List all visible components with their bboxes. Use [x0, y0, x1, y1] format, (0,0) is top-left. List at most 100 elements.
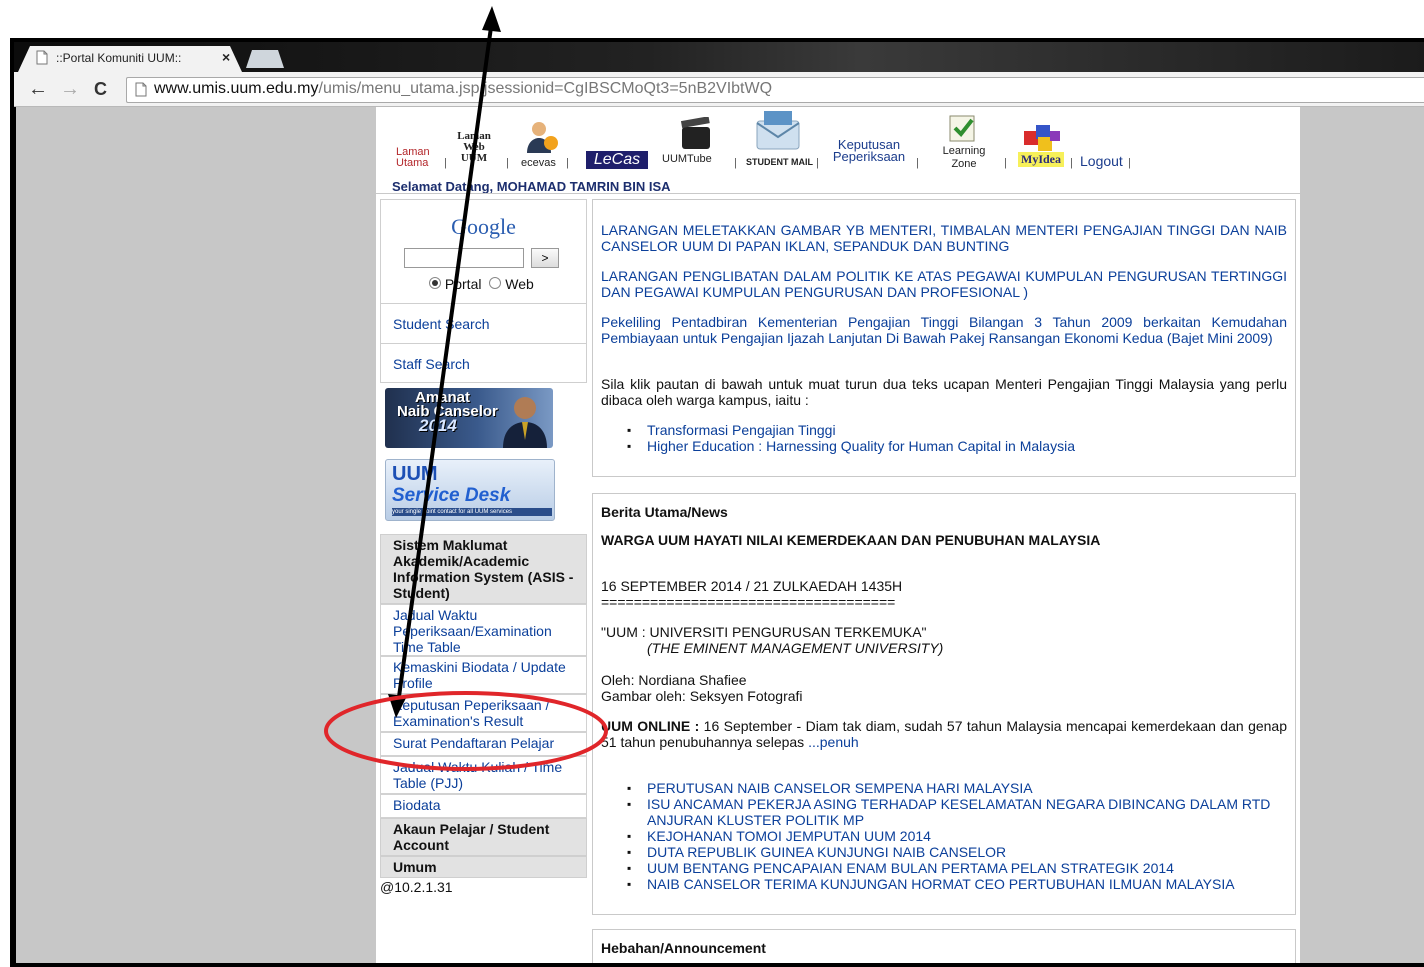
google-logo: Google: [381, 214, 586, 240]
keputusan-line2: Peperiksaan: [832, 149, 906, 164]
speech-links-list: Transformasi Pengajian Tinggi Higher Edu…: [601, 422, 1287, 454]
notice-text-4: Sila klik pautan di bawah untuk muat tur…: [601, 376, 1287, 408]
menu-laman-web-uum[interactable]: Laman Web UUM: [452, 131, 496, 164]
list-item[interactable]: UUM BENTANG PENCAPAIAN ENAM BULAN PERTAM…: [601, 860, 1287, 876]
amanat-line3: 2014: [419, 416, 457, 435]
close-icon[interactable]: ×: [222, 49, 230, 65]
search-scope-radios: Portal Web: [429, 276, 534, 292]
menu-keputusan-peperiksaan[interactable]: Keputusan Peperiksaan: [828, 138, 910, 164]
news-heading: Berita Utama/News: [601, 504, 728, 520]
radio-web[interactable]: [489, 277, 502, 289]
staff-search-box: Staff Search: [380, 343, 587, 383]
radio-portal[interactable]: [429, 277, 441, 289]
google-search-input[interactable]: [404, 248, 524, 268]
laman-utama-line2: Utama: [396, 157, 429, 169]
menu-lecas[interactable]: LeCas: [586, 151, 648, 169]
menu-uumtube[interactable]: UUMTube: [662, 153, 712, 165]
service-desk-banner[interactable]: UUM Service Desk your single point conta…: [385, 459, 555, 521]
news-headline: WARGA UUM HAYATI NILAI KEMERDEKAAN DAN P…: [601, 532, 1101, 548]
notice-link-2[interactable]: LARANGAN PENGLIBATAN DALAM POLITIK KE AT…: [601, 268, 1287, 300]
portrait-icon: [503, 397, 547, 448]
list-item[interactable]: NAIB CANSELOR TERIMA KUNJUNGAN HORMAT CE…: [601, 876, 1287, 892]
learning-line2: Zone: [951, 158, 977, 170]
news-rule: ====================================: [601, 594, 896, 610]
announcement-heading: Hebahan/Announcement: [601, 940, 766, 956]
page-icon: [135, 82, 147, 97]
ip-address-text: @10.2.1.31: [380, 879, 453, 895]
portal-page: Laman Utama | Laman Web UUM | ecevas | L…: [376, 107, 1300, 963]
radio-portal-label: Portal: [444, 276, 482, 292]
mail-envelope-icon: [756, 111, 800, 150]
tab-title: ::Portal Komuniti UUM::: [56, 51, 182, 65]
student-search-box: Student Search: [380, 303, 587, 345]
news-box: Berita Utama/News WARGA UUM HAYATI NILAI…: [592, 493, 1296, 915]
sidebar-item-class-timetable[interactable]: Jadual Waktu Kuliah / Time Table (PJJ): [380, 756, 587, 794]
menu-ecevas[interactable]: ecevas: [521, 157, 556, 169]
checkmark-clipboard-icon: [949, 115, 975, 142]
learning-line1: Learning: [942, 145, 986, 157]
news-quote-en: (THE EMINENT MANAGEMENT UNIVERSITY): [647, 640, 944, 656]
sidebar-item-surat-pendaftaran[interactable]: Surat Pendaftaran Pelajar: [380, 732, 587, 756]
amanat-banner[interactable]: Amanat Naib Canselor 2014: [385, 388, 553, 448]
service-desk-line2: Service Desk: [392, 485, 511, 506]
user-person-icon: [527, 122, 558, 153]
menu-separator: |: [444, 157, 447, 169]
menu-student-mail[interactable]: STUDENT MAIL: [746, 157, 813, 167]
amanat-banner-text: Amanat Naib Canselor 2014: [397, 390, 498, 435]
sidebar-item-biodata[interactable]: Biodata: [380, 794, 587, 818]
list-item[interactable]: PERUTUSAN NAIB CANSELOR SEMPENA HARI MAL…: [601, 780, 1287, 796]
announcement-box: Hebahan/Announcement: [592, 929, 1296, 963]
news-quote: "UUM : UNIVERSITI PENGURUSAN TERKEMUKA": [601, 624, 927, 640]
akaun-heading[interactable]: Akaun Pelajar / Student Account: [380, 818, 587, 856]
news-lead-paragraph: UUM ONLINE : 16 September - Diam tak dia…: [601, 718, 1287, 750]
menu-separator: |: [506, 157, 509, 169]
read-more-link[interactable]: ...penuh: [808, 734, 859, 750]
umum-heading[interactable]: Umum: [380, 856, 587, 878]
header-divider: [376, 193, 1300, 194]
reload-icon[interactable]: C: [94, 78, 107, 100]
laman-web-line3: UUM: [460, 152, 488, 164]
back-arrow-icon[interactable]: ←: [28, 78, 48, 100]
list-item[interactable]: Transformasi Pengajian Tinggi: [601, 422, 1287, 438]
google-logo-text: Google: [451, 214, 516, 239]
forward-arrow-icon[interactable]: →: [60, 78, 80, 100]
film-clapper-icon: [680, 117, 710, 149]
sidebar-item-update-profile[interactable]: Kemaskini Biodata / Update Profile: [380, 656, 587, 694]
notice-link-1[interactable]: LARANGAN MELETAKKAN GAMBAR YB MENTERI, T…: [601, 222, 1287, 254]
list-item[interactable]: KEJOHANAN TOMOI JEMPUTAN UUM 2014: [601, 828, 1287, 844]
service-desk-line3: your single point contact for all UUM se…: [392, 508, 552, 516]
news-list: PERUTUSAN NAIB CANSELOR SEMPENA HARI MAL…: [601, 780, 1287, 892]
news-lead-text: 16 September - Diam tak diam, sudah 57 t…: [601, 718, 1288, 750]
student-search-link[interactable]: Student Search: [393, 316, 490, 332]
menu-separator: |: [916, 157, 919, 169]
menu-myidea[interactable]: MyIdea: [1018, 152, 1064, 167]
menu-laman-utama[interactable]: Laman Utama: [396, 147, 430, 169]
menu-separator: |: [816, 157, 819, 169]
menu-separator: |: [1128, 157, 1131, 169]
news-date: 16 SEPTEMBER 2014 / 21 ZULKAEDAH 1435H: [601, 578, 903, 594]
news-byline: Oleh: Nordiana Shafiee: [601, 672, 747, 688]
list-item[interactable]: ISU ANCAMAN PEKERJA ASING TERHADAP KESEL…: [601, 796, 1287, 828]
service-desk-line1: UUM: [392, 463, 438, 485]
google-search-button[interactable]: >: [531, 248, 559, 268]
sidebar-item-exam-result[interactable]: Keputusan Peperiksaan / Examination's Re…: [380, 694, 587, 732]
notices-box: LARANGAN MELETAKKAN GAMBAR YB MENTERI, T…: [592, 199, 1296, 477]
url-path: /umis/menu_utama.jsp;jsessionid=CgIBSCMo…: [318, 80, 773, 97]
news-lead-label: UUM ONLINE :: [601, 718, 700, 734]
welcome-text: Selamat Datang, MOHAMAD TAMRIN BIN ISA: [392, 179, 671, 194]
menu-learning-zone[interactable]: Learning Zone: [932, 145, 996, 171]
asis-heading: Sistem Maklumat Akademik/Academic Inform…: [380, 534, 587, 604]
annotation-arrowhead-top: [482, 6, 501, 32]
list-item[interactable]: DUTA REPUBLIK GUINEA KUNJUNGI NAIB CANSE…: [601, 844, 1287, 860]
list-item[interactable]: Higher Education : Harnessing Quality fo…: [601, 438, 1287, 454]
news-photo-credit: Gambar oleh: Seksyen Fotografi: [601, 688, 803, 704]
new-tab-button[interactable]: [246, 50, 284, 68]
menu-separator: |: [734, 157, 737, 169]
menu-separator: |: [1004, 157, 1007, 169]
url-text[interactable]: www.umis.uum.edu.my/umis/menu_utama.jsp;…: [154, 80, 772, 98]
logout-link[interactable]: Logout: [1080, 153, 1123, 169]
url-host: www.umis.uum.edu.my: [154, 80, 319, 97]
staff-search-link[interactable]: Staff Search: [393, 356, 470, 372]
notice-link-3[interactable]: Pekeliling Pentadbiran Kementerian Penga…: [601, 314, 1287, 346]
sidebar-item-exam-timetable[interactable]: Jadual Waktu Peperiksaan/Examination Tim…: [380, 604, 587, 656]
